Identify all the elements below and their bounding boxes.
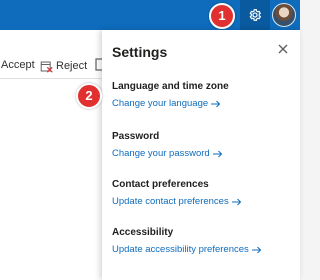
accessibility-section-title: Accessibility bbox=[112, 227, 174, 238]
accessibility-section: Accessibility Update accessibility prefe… bbox=[112, 227, 262, 255]
password-section-title: Password bbox=[112, 131, 160, 142]
change-password-link[interactable]: Change your password bbox=[112, 148, 223, 159]
language-section: Language and time zone Change your langu… bbox=[112, 81, 229, 109]
avatar[interactable] bbox=[272, 3, 296, 27]
settings-title: Settings bbox=[112, 44, 168, 60]
arrow-right-icon bbox=[231, 198, 241, 205]
password-section: Password Change your password bbox=[112, 131, 223, 159]
callout-number-1: 1 bbox=[209, 3, 235, 29]
change-language-link[interactable]: Change your language bbox=[112, 98, 229, 109]
reject-calendar-icon bbox=[40, 61, 53, 73]
background-mail-pane: Accept Reject bbox=[0, 30, 103, 280]
arrow-right-icon bbox=[211, 100, 221, 107]
contact-preferences-title: Contact preferences bbox=[112, 179, 209, 190]
reject-button[interactable]: Reject bbox=[40, 57, 87, 75]
gear-icon bbox=[249, 9, 262, 21]
settings-panel: Settings Language and time zone Change y… bbox=[102, 30, 300, 280]
callout-number-2: 2 bbox=[76, 83, 102, 109]
close-icon[interactable] bbox=[277, 43, 289, 55]
contact-preferences-section: Contact preferences Update contact prefe… bbox=[112, 179, 242, 207]
message-toolbar: Accept Reject bbox=[0, 54, 103, 79]
update-contact-preferences-link[interactable]: Update contact preferences bbox=[112, 196, 242, 207]
arrow-right-icon bbox=[251, 246, 261, 253]
top-header-bar bbox=[0, 0, 300, 30]
language-section-title: Language and time zone bbox=[112, 81, 229, 92]
settings-gear-button[interactable] bbox=[240, 0, 270, 30]
arrow-right-icon bbox=[212, 150, 222, 157]
accept-button[interactable]: Accept bbox=[1, 59, 35, 71]
update-accessibility-link[interactable]: Update accessibility preferences bbox=[112, 244, 262, 255]
